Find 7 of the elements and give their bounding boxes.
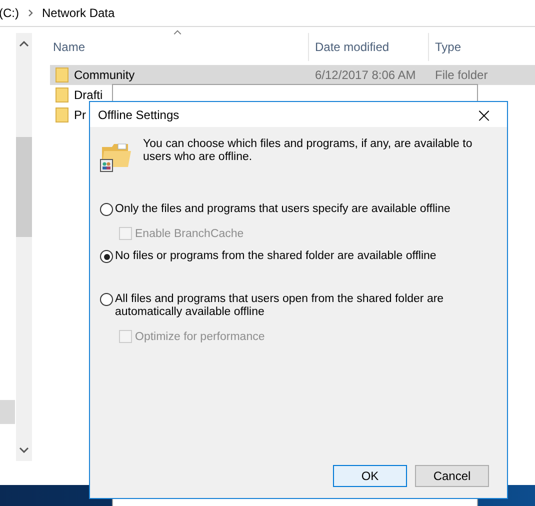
file-name: Community [74,68,135,82]
type-cell-text: File folder [434,68,489,82]
dialog-title: Offline Settings [98,108,180,122]
description-text: You can choose which files and programs, if any, are available to users who are offline. [143,138,474,164]
date-cell-text: 6/12/2017 8:06 AM [314,68,417,82]
file-name: Drafti [74,88,103,102]
file-name: Pr [74,108,86,122]
